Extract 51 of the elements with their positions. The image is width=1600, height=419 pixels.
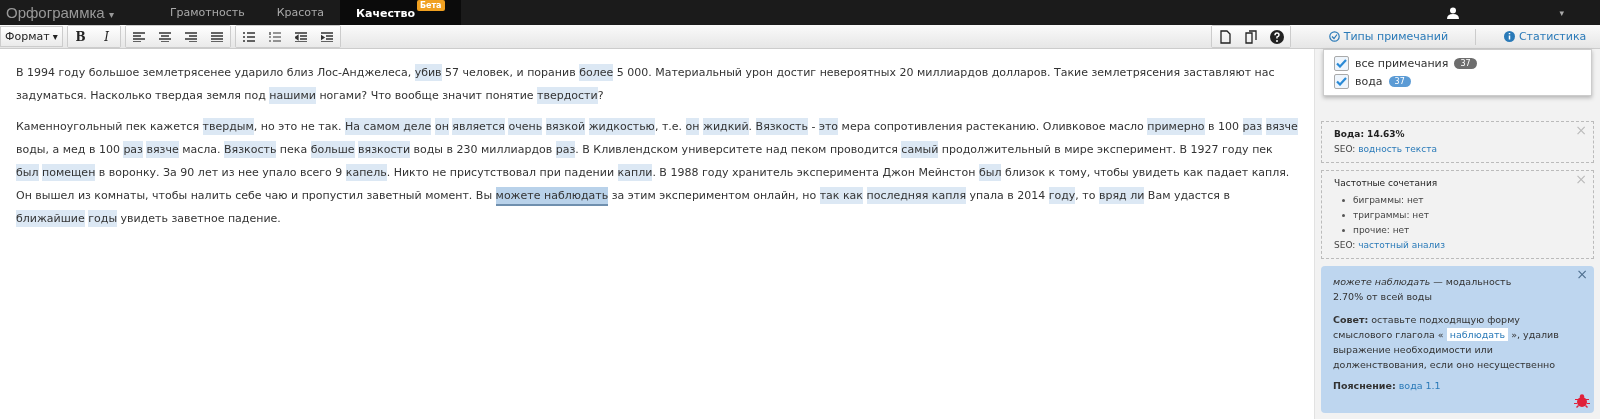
note-types-link[interactable]: Типы примечаний <box>1328 30 1449 43</box>
brand-menu[interactable]: Орфограммка ▾ <box>0 4 144 21</box>
hint-headline: можете наблюдать — модальность <box>1333 275 1513 289</box>
nav-tab[interactable]: Грамотность <box>153 0 261 25</box>
text-paragraph: В 1994 году большое землетрясенее ударило близ Лос-Анджелеса, убив 57 человек, и поранив более 5 000. Материальный урон достиг невероятных 20 миллиардов долларов. Такие землетрясения заставляют нас задуматься. Насколько твердая земля под нашими ногами? Что вообще значит понятие твердости? <box>16 63 1276 106</box>
text-paragraph: Каменноугольный пек кажется твердым, но это не так. На самом деле он является очень вязкой жидкостью, т.е. он жидкий. Вязкость - это мера сопротивления растеканию. Оливковое масло примерно в 100 раз вязче воды, а мед в 100 раз вязче масла. Вязкость пека больше вязкости воды в 230 миллиардов раз. В Кливлендском университете над пеком проводится самый продолжительный в мире эксперимент. В 1927 году пек был помещен в воронку. За 90 лет из нее упало всего 9 капель. Никто не присутствовал при падении капли. В 1988 году хранитель эксперимента Джон Мейнстон был близок к тому, чтобы увидеть как падает капля. Он вышел из комнаты, чтобы налить себе чаю и пропустил заветный момент. Вы можете наблюдать за этим экспериментом онлайн, но так как последняя капля упала в 2014 году, то вряд ли Вам удастся в ближайшие годы увидеть заветное падение. <box>16 117 1298 229</box>
nav-tab[interactable]: Качество $^{Бета}$ <box>340 0 461 25</box>
list-item: прочие: нет <box>1353 224 1410 237</box>
bullet-icon <box>1342 229 1345 232</box>
outdent-icon <box>294 31 307 42</box>
copy-icon <box>1245 29 1257 44</box>
indent-icon <box>320 31 333 42</box>
check-circle-icon <box>1328 31 1340 42</box>
filter-label: все примечания <box>1355 57 1449 70</box>
statistics-link[interactable]: Статистика <box>1503 30 1587 43</box>
card-title: Вода: 14.63% <box>1334 128 1406 141</box>
checkmark-icon <box>1336 59 1347 68</box>
card-title: Частотные сочетания <box>1334 177 1439 190</box>
advice-text: Совет: оставьте подходящую форму смыслового глагола « наблюдать », удалив выражение необходимости или долженствования, если оно несущественно <box>1333 313 1560 372</box>
note-link[interactable]: вода 1.1 <box>1398 380 1441 391</box>
list-item: триграммы: нет <box>1353 209 1429 222</box>
seo-link[interactable]: частотный анализ <box>1358 240 1445 250</box>
count-badge: 37 <box>1388 76 1411 87</box>
count-badge: 37 <box>1454 58 1477 69</box>
seo-label: SEO: <box>1334 240 1356 250</box>
close-button[interactable]: × <box>1576 267 1588 282</box>
align-center-icon <box>158 31 171 42</box>
numbered-list-icon <box>268 31 281 42</box>
checkbox[interactable] <box>1334 56 1349 71</box>
user-menu-caret[interactable]: ▾ <box>1559 7 1564 18</box>
justify-icon <box>210 31 223 42</box>
filter-label: вода <box>1355 75 1383 88</box>
align-left-icon <box>132 31 145 42</box>
bug-icon[interactable] <box>1574 393 1590 409</box>
bullet-icon <box>1342 214 1345 217</box>
checkbox[interactable] <box>1334 74 1349 89</box>
user-icon[interactable] <box>1447 6 1460 19</box>
seo-link[interactable]: водность текста <box>1358 144 1437 154</box>
nav-tab[interactable]: Красота <box>260 0 341 25</box>
checkmark-icon <box>1336 77 1347 86</box>
bullet-icon <box>1342 199 1345 202</box>
seo-label: SEO: <box>1334 144 1356 154</box>
list-item: биграммы: нет <box>1353 194 1424 207</box>
format-dropdown[interactable]: Формат ▾ <box>0 26 63 47</box>
note-label: Пояснение: <box>1333 380 1396 391</box>
help-icon <box>1270 29 1284 44</box>
info-icon <box>1503 31 1515 42</box>
align-right-icon <box>184 31 197 42</box>
bullet-list-icon <box>242 31 255 42</box>
hint-share: 2.70% от всей воды <box>1333 290 1433 304</box>
document-icon <box>1219 29 1231 44</box>
